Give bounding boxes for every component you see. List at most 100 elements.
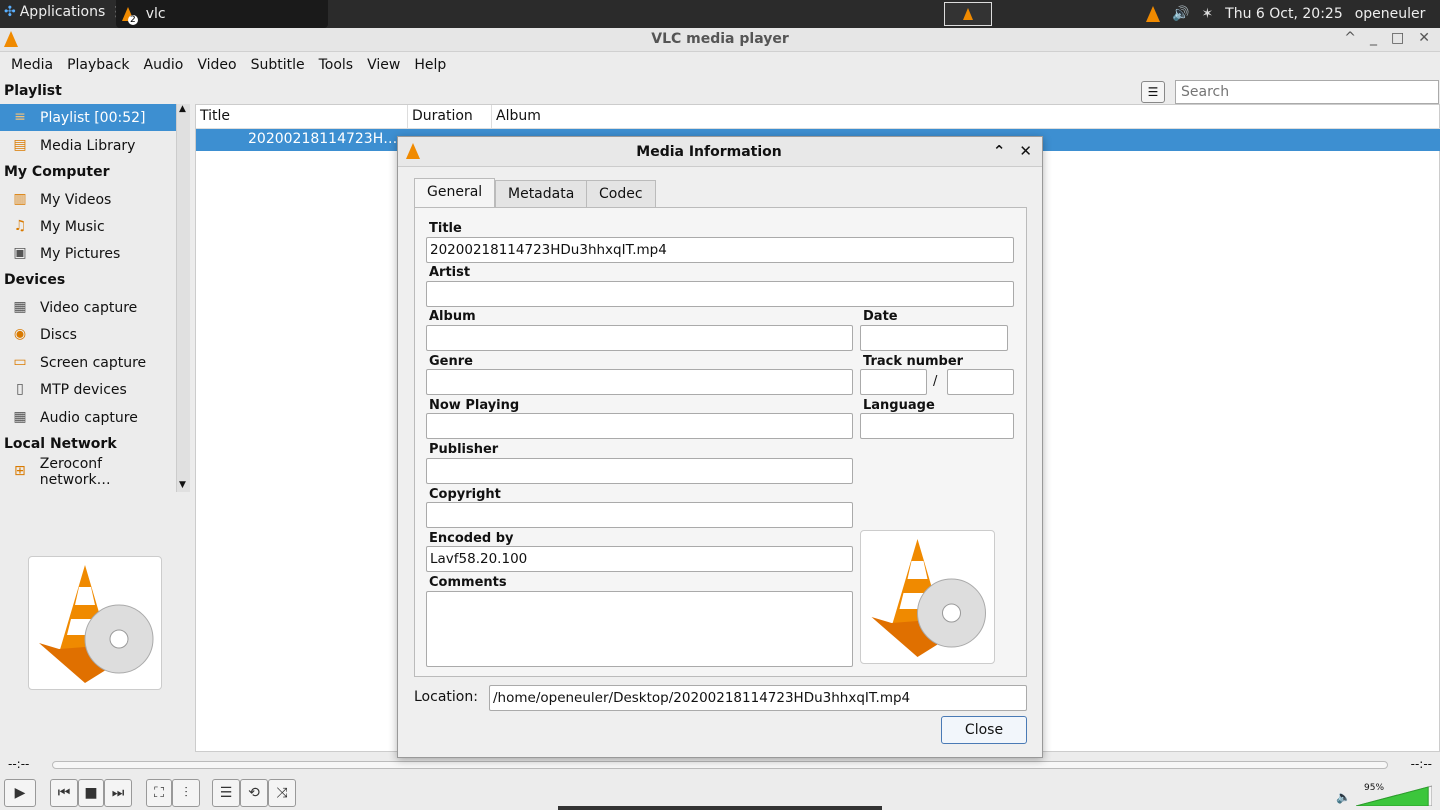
sidebar-item-my-pictures[interactable]: ▣ My Pictures	[0, 240, 176, 267]
playback-controls: ▶ ⏮ ■ ⏭ ⛶ ⫶ ☰ ⟲ ⤨	[0, 776, 1440, 810]
date-label: Date	[863, 309, 898, 324]
sidebar-item-mtp-devices[interactable]: ▯ MTP devices	[0, 376, 176, 403]
sidebar-item-zeroconf[interactable]: ⊞ Zeroconf network…	[0, 456, 176, 488]
library-icon: ▤	[13, 136, 27, 153]
next-icon: ⏭	[111, 785, 125, 801]
track-number-label: Track number	[863, 354, 964, 369]
vlc-cone-artwork	[871, 539, 986, 657]
shade-button[interactable]: ^	[1344, 30, 1356, 46]
volume-tray-icon[interactable]: 🔊	[1172, 6, 1189, 22]
minimize-button[interactable]: _	[1370, 30, 1377, 46]
column-title[interactable]: Title	[196, 105, 408, 128]
vlc-cone-artwork	[39, 565, 154, 683]
menu-help[interactable]: Help	[407, 57, 453, 73]
artist-field[interactable]	[426, 281, 1014, 307]
now-playing-field[interactable]	[426, 413, 853, 439]
vlc-tray-icon[interactable]	[1146, 6, 1160, 22]
shuffle-button[interactable]: ⤨	[268, 779, 296, 807]
sidebar-item-audio-capture[interactable]: ▦ Audio capture	[0, 404, 176, 431]
menu-tools[interactable]: Tools	[312, 57, 361, 73]
menu-subtitle[interactable]: Subtitle	[244, 57, 312, 73]
section-my-computer: My Computer	[4, 164, 110, 180]
network-tray-icon[interactable]: ✶	[1201, 6, 1213, 22]
encoded-by-label: Encoded by	[429, 531, 514, 546]
close-button[interactable]: Close	[941, 716, 1027, 744]
film-icon: ▥	[13, 190, 27, 207]
language-field[interactable]	[860, 413, 1014, 439]
media-information-dialog: Media Information ⌃ ✕ General Metadata C…	[397, 136, 1043, 758]
scroll-down-icon[interactable]: ▼	[179, 480, 186, 490]
previous-icon: ⏮	[57, 785, 71, 801]
loop-icon: ⟲	[248, 785, 260, 801]
copyright-field[interactable]	[426, 502, 853, 528]
language-label: Language	[863, 398, 935, 413]
sidebar-item-my-music[interactable]: ♫ My Music	[0, 213, 176, 240]
window-count-badge: 2	[128, 15, 138, 25]
dialog-shade-button[interactable]: ⌃	[993, 142, 1006, 160]
menubar: Media Playback Audio Video Subtitle Tool…	[0, 52, 1440, 78]
menu-video[interactable]: Video	[190, 57, 243, 73]
column-album[interactable]: Album	[492, 105, 692, 128]
date-field[interactable]	[860, 325, 1008, 351]
clock[interactable]: Thu 6 Oct, 20:25	[1225, 6, 1343, 22]
equalizer-icon: ⫶	[184, 785, 188, 801]
search-input[interactable]	[1175, 80, 1439, 104]
menu-audio[interactable]: Audio	[137, 57, 191, 73]
workspace-thumbnail[interactable]	[944, 2, 992, 26]
system-taskbar: ✣ Applications ⋮ 2 vlc 🔊 ✶ Thu 6 Oct, 20…	[0, 0, 1440, 28]
previous-button[interactable]: ⏮	[50, 779, 78, 807]
stop-icon: ■	[84, 785, 98, 801]
play-button[interactable]: ▶	[4, 779, 36, 807]
taskbar-window-vlc[interactable]: 2 vlc	[116, 0, 328, 28]
stop-button[interactable]: ■	[78, 779, 104, 807]
menu-playback[interactable]: Playback	[60, 57, 136, 73]
speaker-icon[interactable]: 🔈	[1336, 790, 1351, 804]
location-field[interactable]: /home/openeuler/Desktop/20200218114723HD…	[489, 685, 1027, 711]
encoded-by-field[interactable]: Lavf58.20.100	[426, 546, 853, 572]
comments-field[interactable]	[426, 591, 853, 667]
column-duration[interactable]: Duration	[408, 105, 492, 128]
sidebar-item-discs[interactable]: ◉ Discs	[0, 321, 176, 348]
menu-view[interactable]: View	[360, 57, 407, 73]
window-title: VLC media player	[651, 31, 789, 47]
track-total-field[interactable]	[947, 369, 1014, 395]
user-menu[interactable]: openeuler	[1355, 6, 1426, 22]
scroll-up-icon[interactable]: ▲	[179, 104, 186, 114]
loop-button[interactable]: ⟲	[240, 779, 268, 807]
applications-menu[interactable]: ✣ Applications ⋮	[4, 4, 123, 20]
sidebar-item-screen-capture[interactable]: ▭ Screen capture	[0, 349, 176, 376]
volume-control[interactable]: 🔈 95%	[1336, 783, 1432, 808]
track-separator: /	[933, 374, 938, 389]
capture-icon: ▦	[13, 408, 27, 425]
title-field[interactable]: 20200218114723HDu3hhxqIT.mp4	[426, 237, 1014, 263]
maximize-button[interactable]: □	[1391, 30, 1404, 46]
menu-media[interactable]: Media	[4, 57, 60, 73]
toggle-playlist-button[interactable]: ☰	[212, 779, 240, 807]
view-mode-button[interactable]: ☰	[1141, 81, 1165, 103]
sidebar-item-playlist[interactable]: ≡ Playlist [00:52]	[0, 104, 176, 131]
album-field[interactable]	[426, 325, 853, 351]
sidebar-item-my-videos[interactable]: ▥ My Videos	[0, 186, 176, 213]
fullscreen-button[interactable]: ⛶	[146, 779, 172, 807]
tab-metadata[interactable]: Metadata	[495, 180, 588, 208]
capture-icon: ▦	[13, 298, 27, 315]
next-button[interactable]: ⏭	[104, 779, 132, 807]
location-label: Location:	[414, 689, 478, 705]
publisher-label: Publisher	[429, 442, 499, 457]
copyright-label: Copyright	[429, 487, 501, 502]
seek-slider[interactable]	[52, 761, 1388, 769]
vlc-thumbnail-icon	[963, 8, 973, 20]
now-playing-label: Now Playing	[429, 398, 520, 413]
elapsed-time: --:--	[8, 757, 30, 771]
close-window-button[interactable]: ✕	[1418, 30, 1430, 46]
sidebar-item-media-library[interactable]: ▤ Media Library	[0, 132, 176, 159]
publisher-field[interactable]	[426, 458, 853, 484]
tab-general[interactable]: General	[414, 178, 496, 209]
tab-codec[interactable]: Codec	[586, 180, 656, 208]
dialog-close-icon[interactable]: ✕	[1019, 142, 1032, 160]
extended-settings-button[interactable]: ⫶	[172, 779, 200, 807]
track-number-field[interactable]	[860, 369, 927, 395]
sidebar-scrollbar[interactable]: ▲ ▼	[176, 104, 190, 492]
genre-field[interactable]	[426, 369, 853, 395]
sidebar-item-video-capture[interactable]: ▦ Video capture	[0, 294, 176, 321]
